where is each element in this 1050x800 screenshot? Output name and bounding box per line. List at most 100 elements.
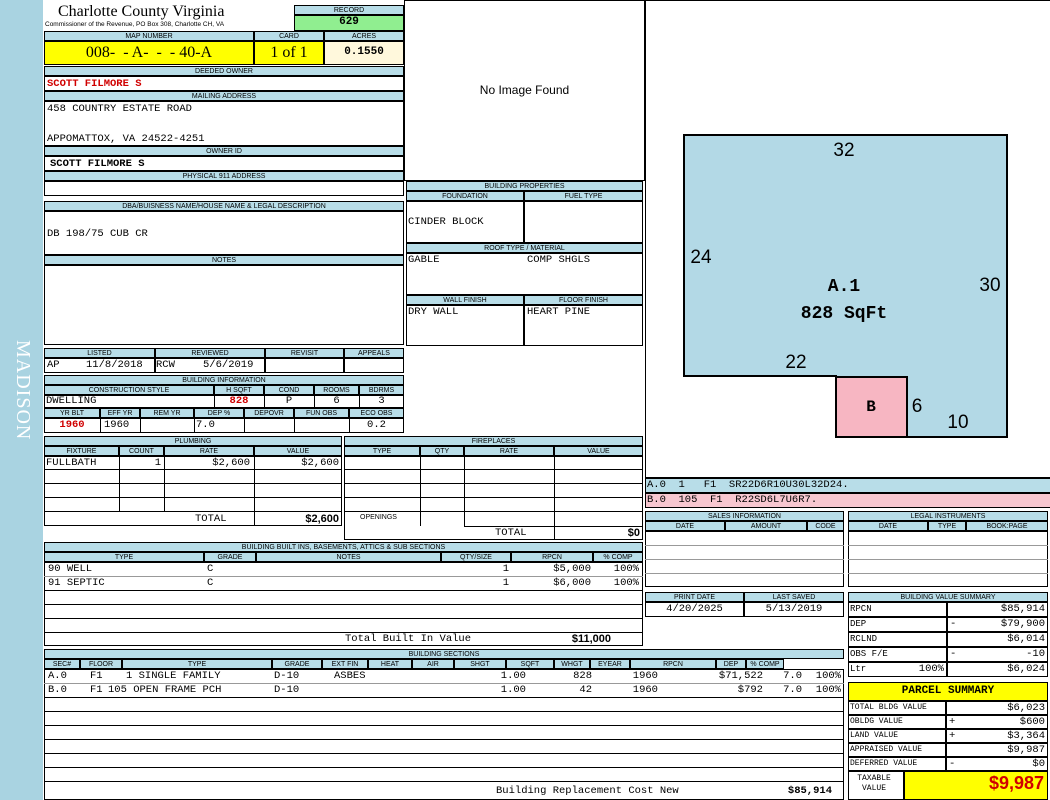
section-ext: ASBES xyxy=(334,670,366,682)
bdrms-header: BDRMS xyxy=(359,385,404,395)
district-label: MADISON xyxy=(12,340,34,441)
brcn-value: $85,914 xyxy=(787,785,832,797)
brcn-label: Building Replacement Cost New xyxy=(496,785,679,797)
print-date-header: PRINT DATE xyxy=(645,592,744,602)
builtin-qty: 1 xyxy=(502,577,509,589)
owner-id-header: OWNER ID xyxy=(44,146,404,156)
bvs-label: RCLND xyxy=(850,634,878,644)
fireplace-value-header: VALUE xyxy=(554,446,643,456)
parcel-value: $6,023 xyxy=(1007,702,1045,714)
section-dep: 7.0 xyxy=(783,684,802,696)
builtins-notes-header: NOTES xyxy=(256,552,441,562)
notes-box xyxy=(44,265,404,345)
builtin-type: 91 SEPTIC xyxy=(48,577,105,589)
sketch-label-a: A.1 xyxy=(828,277,861,297)
parcel-value: $9,987 xyxy=(1007,744,1045,756)
bvs-sign: - xyxy=(950,648,957,660)
section-comp: 100% xyxy=(815,684,841,696)
bvs-value: $79,900 xyxy=(1000,618,1045,630)
legal-date-header: DATE xyxy=(848,521,928,531)
fireplace-qty-header: QTY xyxy=(420,446,464,456)
fireplace-type-header: TYPE xyxy=(344,446,420,456)
legal-type-header: TYPE xyxy=(928,521,966,531)
plumbing-total: $2,600 xyxy=(305,513,339,525)
plumbing-fixture-header: FIXTURE xyxy=(44,446,119,456)
bvs-label: RPCN xyxy=(850,604,872,614)
plumbing-count-header: COUNT xyxy=(119,446,164,456)
section-col-header: SQFT xyxy=(506,659,554,669)
map-number-header: MAP NUMBER xyxy=(44,31,254,41)
builtin-grade: C xyxy=(207,577,214,589)
section-col-header: AIR xyxy=(412,659,454,669)
roof-material-value: COMP SHGLS xyxy=(527,254,591,266)
section-shgt: 1.00 xyxy=(500,684,526,696)
section-sqft: 42 xyxy=(579,684,592,696)
physical-address-header: PHYSICAL 911 ADDRESS xyxy=(44,171,404,181)
section-sec: A.0 xyxy=(48,670,67,682)
fireplaces-header: FIREPLACES xyxy=(344,436,643,446)
yrblt-header: YR BLT xyxy=(44,408,100,418)
parcel-sign: + xyxy=(949,730,956,742)
cond-header: COND xyxy=(264,385,314,395)
parcel-sign: + xyxy=(949,716,956,728)
builtins-qty-header: QTY/SIZE xyxy=(441,552,511,562)
plumbing-value-header: VALUE xyxy=(254,446,342,456)
section-sqft: 828 xyxy=(573,670,592,682)
listed-by: AP xyxy=(47,359,60,371)
legal-description-header: DBA/BUISNESS NAME/HOUSE NAME & LEGAL DES… xyxy=(44,201,404,211)
sketch-dim-porch-height: 6 xyxy=(912,396,923,417)
parcel-label: TOTAL BLDG VALUE xyxy=(850,703,927,712)
owner-id-value: SCOTT FILMORE S xyxy=(50,158,145,170)
sidebar: MADISON xyxy=(0,0,43,800)
roof-header: ROOF TYPE / MATERIAL xyxy=(406,243,643,253)
legal-description-value: DB 198/75 CUB CR xyxy=(47,228,148,240)
builtins-header: BUILDING BUILT INS, BASEMENTS, ATTICS & … xyxy=(44,542,643,552)
section-col-header: SHGT xyxy=(454,659,506,669)
fuel-type-box xyxy=(524,201,643,243)
bvs-value: $85,914 xyxy=(1000,603,1045,615)
floor-finish-header: FLOOR FINISH xyxy=(524,295,643,305)
listed-date: 11/8/2018 xyxy=(86,359,143,371)
sketch-dim-porch-width: 10 xyxy=(947,412,968,433)
record-number: 629 xyxy=(339,16,359,28)
county-title: Charlotte County Virginia xyxy=(58,3,225,20)
roof-box xyxy=(406,253,643,295)
bvs-label: Ltr xyxy=(850,664,867,674)
section-grade: D-10 xyxy=(274,670,300,682)
section-col-header: GRADE xyxy=(272,659,322,669)
dep-value: 7.0 xyxy=(196,419,215,431)
parcel-value: $3,364 xyxy=(1007,730,1045,742)
section-type: 1 SINGLE FAMILY xyxy=(126,670,221,682)
section-col-header: TYPE xyxy=(122,659,272,669)
fireplace-total: $0 xyxy=(627,527,640,539)
reviewed-date: 5/6/2019 xyxy=(203,359,254,371)
hsqft-header: H SQFT xyxy=(214,385,264,395)
parcel-value: $600 xyxy=(1019,716,1045,728)
bvs-sign: - xyxy=(950,618,957,630)
reviewed-by: RCW xyxy=(156,359,175,371)
building-info-header: BUILDING INFORMATION xyxy=(44,375,404,385)
sketch-dim-bottom: 22 xyxy=(785,352,806,373)
plumbing-count: 1 xyxy=(154,457,161,469)
fireplace-openings-label: OPENINGS xyxy=(360,514,397,521)
builtin-rpcn: $5,000 xyxy=(553,563,591,575)
sales-date-header: DATE xyxy=(645,521,725,531)
ecoobs-header: ECO OBS xyxy=(349,408,404,418)
mailing-address-header: MAILING ADDRESS xyxy=(44,91,404,101)
sketch-label-b: B xyxy=(866,398,876,416)
last-saved-header: LAST SAVED xyxy=(744,592,844,602)
card-header: CARD xyxy=(254,31,324,41)
plumbing-header: PLUMBING xyxy=(44,436,342,446)
section-col-header: EXT FIN xyxy=(322,659,368,669)
wall-finish-value: DRY WALL xyxy=(408,306,459,318)
parcel-label: APPRAISED VALUE xyxy=(850,745,923,754)
mailing-address-line2: APPOMATTOX, VA 24522-4251 xyxy=(47,133,205,145)
floor-finish-value: HEART PINE xyxy=(527,306,591,318)
parcel-value: $0 xyxy=(1032,758,1045,770)
section-col-header: SEC# xyxy=(44,659,80,669)
sketch-drawing: 32 24 30 22 6 10 A.1 828 SqFt B xyxy=(683,134,1008,438)
roof-type-value: GABLE xyxy=(408,254,440,266)
depovr-header: DEPOVR xyxy=(244,408,294,418)
taxable-value: $9,987 xyxy=(988,773,1044,793)
sketch-code-a: A.0 1 F1 SR22D6R10U30L32D24. xyxy=(647,479,849,491)
